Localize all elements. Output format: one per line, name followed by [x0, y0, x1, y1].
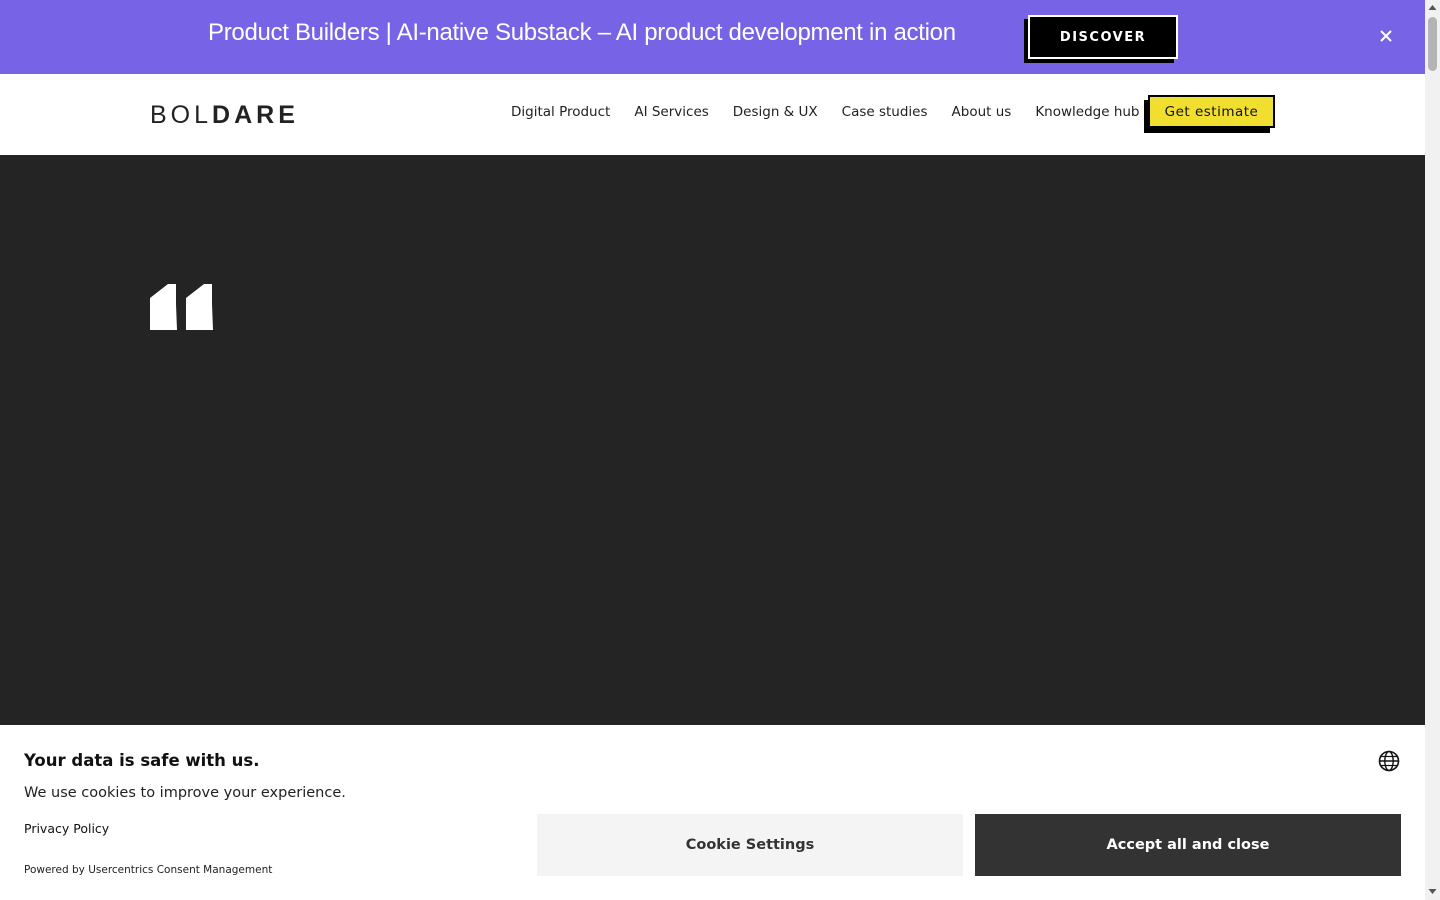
- nav-item-case-studies[interactable]: Case studies: [842, 104, 928, 120]
- discover-button-wrap: DISCOVER: [1024, 15, 1178, 63]
- powered-by-prefix: Powered by: [24, 864, 89, 876]
- usercentrics-link[interactable]: Usercentrics Consent Management: [88, 864, 272, 876]
- logo-part-bold: DARE: [212, 100, 299, 129]
- cookie-consent-banner: Your data is safe with us. We use cookie…: [0, 725, 1425, 900]
- powered-by-text: Powered by Usercentrics Consent Manageme…: [24, 864, 272, 876]
- discover-button[interactable]: DISCOVER: [1028, 15, 1178, 59]
- nav-item-design-ux[interactable]: Design & UX: [733, 104, 818, 120]
- boldare-logo[interactable]: BOL DARE: [150, 101, 299, 129]
- cookie-settings-button[interactable]: Cookie Settings: [537, 814, 963, 876]
- quote-icon: [150, 284, 213, 330]
- nav-item-digital-product[interactable]: Digital Product: [511, 104, 610, 120]
- site-header: BOL DARE Digital Product AI Services Desi…: [0, 74, 1425, 155]
- scrollbar-thumb[interactable]: [1428, 17, 1437, 71]
- scroll-down-arrow-icon[interactable]: [1425, 884, 1440, 899]
- hero-section: [0, 155, 1425, 725]
- close-icon[interactable]: [1376, 26, 1396, 46]
- accept-all-button[interactable]: Accept all and close: [975, 814, 1401, 876]
- cookie-title: Your data is safe with us.: [24, 751, 260, 770]
- cookie-description: We use cookies to improve your experienc…: [24, 785, 346, 801]
- nav-item-knowledge-hub[interactable]: Knowledge hub: [1035, 104, 1139, 120]
- nav-item-ai-services[interactable]: AI Services: [634, 104, 708, 120]
- main-nav: Digital Product AI Services Design & UX …: [511, 104, 1140, 120]
- nav-item-about-us[interactable]: About us: [952, 104, 1012, 120]
- get-estimate-button[interactable]: Get estimate: [1148, 95, 1275, 128]
- scroll-up-arrow-icon[interactable]: [1425, 0, 1440, 15]
- page-scrollbar[interactable]: [1425, 0, 1440, 900]
- get-estimate-button-wrap: Get estimate: [1144, 95, 1275, 133]
- privacy-policy-link[interactable]: Privacy Policy: [24, 821, 109, 836]
- globe-icon[interactable]: [1378, 750, 1400, 772]
- logo-part-light: BOL: [150, 100, 213, 129]
- promo-banner: Product Builders | AI-native Substack – …: [0, 0, 1425, 74]
- promo-text: Product Builders | AI-native Substack – …: [208, 19, 956, 46]
